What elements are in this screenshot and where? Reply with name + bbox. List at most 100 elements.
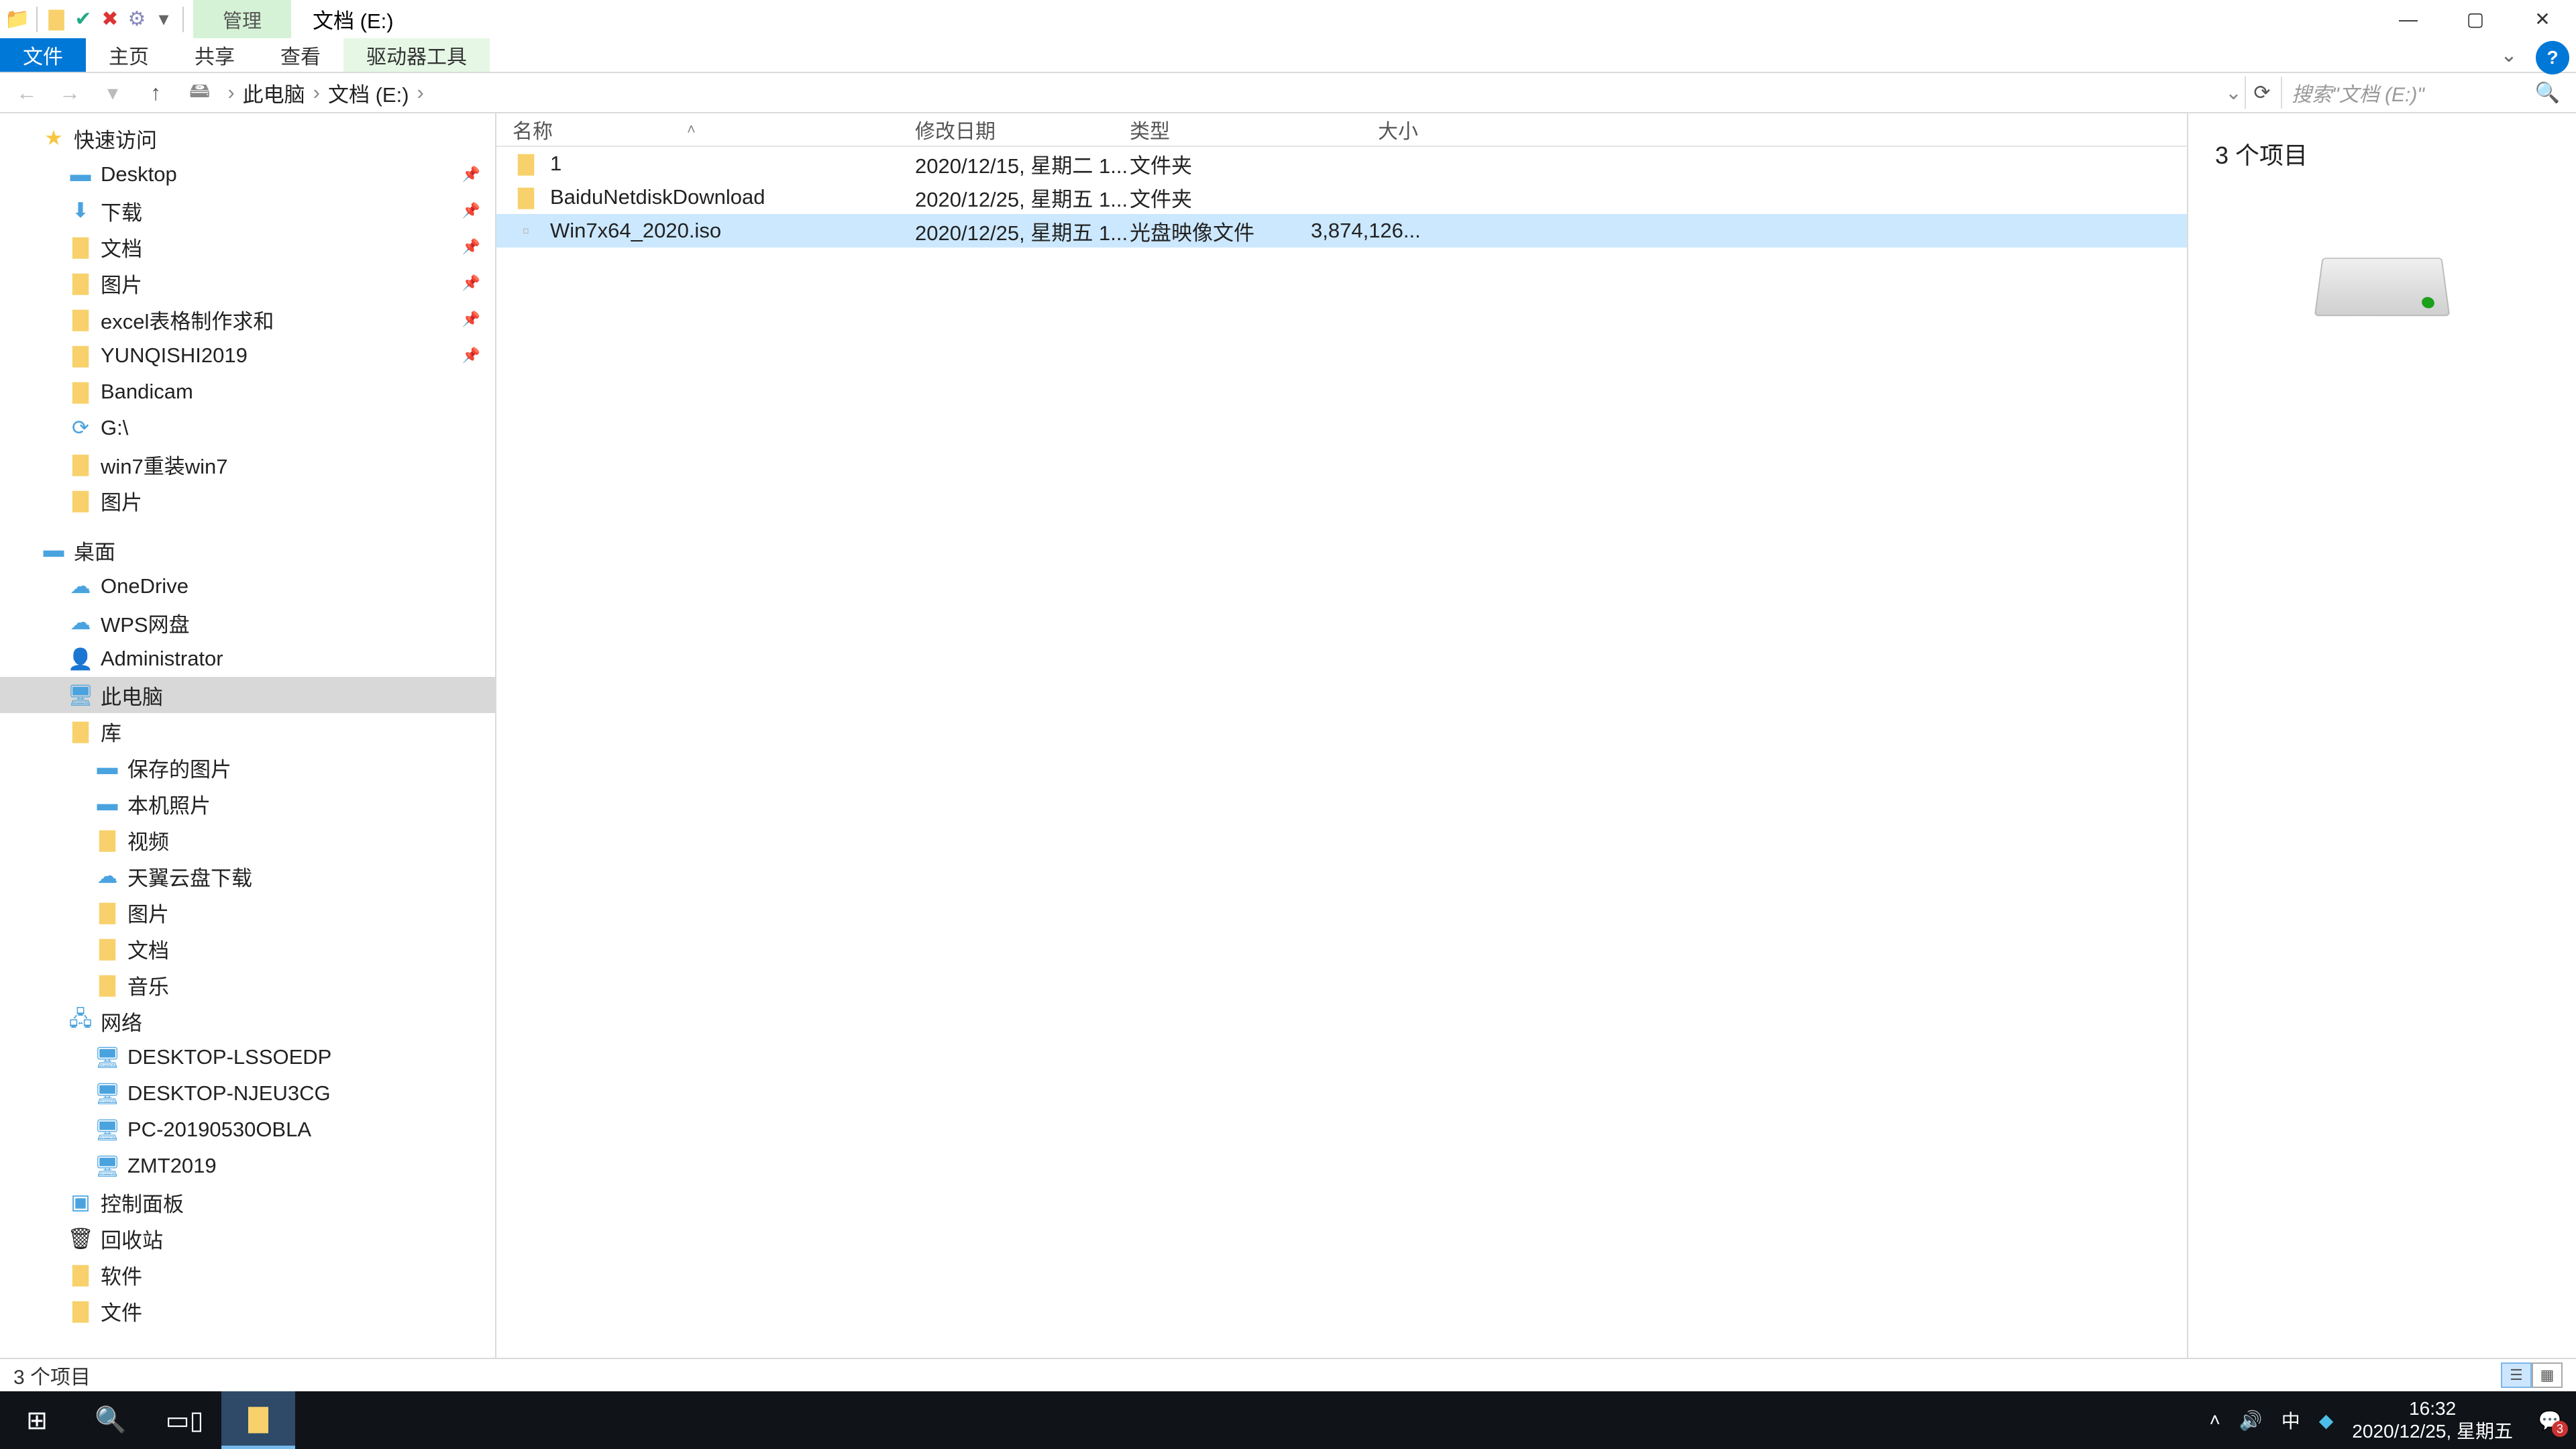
nav-pc1[interactable]: 🖥DESKTOP-LSSOEDP — [0, 1039, 495, 1075]
nav-bandicam[interactable]: ▇Bandicam — [0, 374, 495, 410]
nav-local-photos[interactable]: ▬本机照片 — [0, 786, 495, 822]
nav-downloads[interactable]: ⬇下载📌 — [0, 193, 495, 229]
nav-libpics[interactable]: ▇图片 — [0, 894, 495, 930]
nav-pc2[interactable]: 🖥DESKTOP-NJEU3CG — [0, 1075, 495, 1112]
breadcrumb[interactable]: 🖴 › 此电脑 › 文档 (E:) › — [178, 76, 2216, 109]
dropdown-icon[interactable]: ▾ — [152, 7, 176, 32]
explorer-taskbar-button[interactable]: ▇ — [221, 1391, 295, 1449]
navigation-pane[interactable]: ★快速访问 ▬Desktop📌 ⬇下载📌 ▇文档📌 ▇图片📌 ▇excel表格制… — [0, 113, 496, 1358]
tab-drive-tools[interactable]: 驱动器工具 — [343, 38, 490, 72]
file-list[interactable]: 名称˄ 修改日期 类型 大小 ▇1 2020/12/15, 星期二 1... 文… — [496, 113, 2187, 1358]
minimize-button[interactable]: — — [2375, 0, 2442, 38]
file-row[interactable]: ▇BaiduNetdiskDownload 2020/12/25, 星期五 1.… — [496, 180, 2187, 214]
search-input[interactable]: 搜索"文档 (E:)" 🔍 — [2281, 76, 2569, 109]
back-button[interactable]: ← — [7, 76, 47, 109]
nav-label: 视频 — [127, 825, 169, 855]
nav-quick-access[interactable]: ★快速访问 — [0, 120, 495, 156]
nav-tianyi[interactable]: ☁天翼云盘下载 — [0, 858, 495, 894]
nav-recycle-bin[interactable]: 🗑回收站 — [0, 1220, 495, 1256]
clock-date: 2020/12/25, 星期五 — [2352, 1420, 2513, 1443]
nav-files[interactable]: ▇文件 — [0, 1293, 495, 1329]
column-date[interactable]: 修改日期 — [915, 115, 1130, 144]
nav-music[interactable]: ▇音乐 — [0, 967, 495, 1003]
nav-documents[interactable]: ▇文档📌 — [0, 229, 495, 265]
tab-file[interactable]: 文件 — [0, 38, 86, 72]
nav-win7reinstall[interactable]: ▇win7重装win7 — [0, 446, 495, 482]
nav-software[interactable]: ▇软件 — [0, 1256, 495, 1293]
tray-expand-icon[interactable]: ˄ — [2210, 1409, 2220, 1431]
nav-pc3[interactable]: 🖥PC-20190530OBLA — [0, 1112, 495, 1148]
iso-file-icon: ▫ — [513, 219, 539, 243]
column-name[interactable]: 名称˄ — [513, 115, 915, 144]
breadcrumb-segment[interactable]: 此电脑 — [243, 78, 305, 108]
nav-this-pc[interactable]: 🖥此电脑 — [0, 677, 495, 713]
nav-label: YUNQISHI2019 — [101, 343, 248, 368]
details-view-button[interactable]: ☰ — [2501, 1362, 2532, 1388]
close-button[interactable]: ✕ — [2509, 0, 2576, 38]
nav-desktop[interactable]: ▬Desktop📌 — [0, 156, 495, 193]
pin-icon: 📌 — [462, 166, 480, 183]
folder-icon[interactable]: ▇ — [44, 7, 68, 32]
address-dropdown-icon[interactable]: ⌄ — [2225, 81, 2242, 105]
file-row-selected[interactable]: ▫Win7x64_2020.iso 2020/12/25, 星期五 1... 光… — [496, 214, 2187, 248]
nav-videos[interactable]: ▇视频 — [0, 822, 495, 858]
nav-label: WPS网盘 — [101, 608, 190, 638]
contextual-tab-management[interactable]: 管理 — [193, 0, 291, 38]
downloads-icon: ⬇ — [67, 199, 94, 223]
expand-ribbon-icon[interactable]: ⌄ — [2489, 38, 2529, 72]
clock[interactable]: 16:32 2020/12/25, 星期五 — [2352, 1397, 2513, 1442]
cloud-icon: ☁ — [94, 864, 121, 888]
nav-libdocs[interactable]: ▇文档 — [0, 930, 495, 967]
chevron-right-icon[interactable]: › — [313, 80, 320, 105]
forward-button[interactable]: → — [50, 76, 90, 109]
nav-saved-pics[interactable]: ▬保存的图片 — [0, 749, 495, 786]
view-switch: ☰ ▦ — [2501, 1362, 2563, 1388]
action-center-button[interactable]: 💬3 — [2532, 1402, 2568, 1438]
gear-icon[interactable]: ⚙ — [125, 7, 149, 32]
search-icon[interactable]: 🔍 — [2535, 81, 2560, 105]
nav-control-panel[interactable]: ▣控制面板 — [0, 1184, 495, 1220]
ime-indicator[interactable]: 中 — [2282, 1407, 2300, 1434]
maximize-button[interactable]: ▢ — [2442, 0, 2509, 38]
file-type: 光盘映像文件 — [1130, 216, 1311, 246]
nav-wps[interactable]: ☁WPS网盘 — [0, 604, 495, 641]
tab-home[interactable]: 主页 — [86, 38, 172, 72]
chevron-right-icon[interactable]: › — [417, 80, 424, 105]
start-button[interactable]: ⊞ — [0, 1391, 74, 1449]
recent-locations-dropdown[interactable]: ▾ — [93, 76, 133, 109]
nav-administrator[interactable]: 👤Administrator — [0, 641, 495, 677]
close-icon[interactable]: ✖ — [98, 7, 122, 32]
nav-excel-folder[interactable]: ▇excel表格制作求和📌 — [0, 301, 495, 337]
file-row[interactable]: ▇1 2020/12/15, 星期二 1... 文件夹 — [496, 147, 2187, 180]
nav-label: 网络 — [101, 1006, 142, 1036]
nav-pictures2[interactable]: ▇图片 — [0, 482, 495, 519]
nav-onedrive[interactable]: ☁OneDrive — [0, 568, 495, 604]
tab-view[interactable]: 查看 — [258, 38, 343, 72]
nav-yunqishi[interactable]: ▇YUNQISHI2019📌 — [0, 337, 495, 374]
library-icon: ▇ — [67, 719, 94, 743]
pin-icon: 📌 — [462, 347, 480, 364]
column-type[interactable]: 类型 — [1130, 115, 1311, 144]
music-icon: ▇ — [94, 973, 121, 997]
column-size[interactable]: 大小 — [1311, 115, 1445, 144]
search-button[interactable]: 🔍 — [74, 1391, 148, 1449]
help-button[interactable]: ? — [2536, 41, 2569, 74]
task-view-button[interactable]: ▭▯ — [148, 1391, 221, 1449]
nav-desktop-root[interactable]: ▬桌面 — [0, 532, 495, 568]
nav-pictures[interactable]: ▇图片📌 — [0, 265, 495, 301]
chevron-right-icon[interactable]: › — [227, 80, 234, 105]
volume-icon[interactable]: 🔊 — [2239, 1409, 2263, 1432]
file-date: 2020/12/25, 星期五 1... — [915, 182, 1130, 213]
nav-network[interactable]: 🖧网络 — [0, 1003, 495, 1039]
breadcrumb-segment[interactable]: 文档 (E:) — [328, 78, 409, 108]
security-icon[interactable]: ◆ — [2319, 1409, 2334, 1432]
refresh-button[interactable]: ⟳ — [2245, 76, 2278, 109]
nav-g-drive[interactable]: ⟳G:\ — [0, 410, 495, 446]
icons-view-button[interactable]: ▦ — [2532, 1362, 2563, 1388]
nav-library[interactable]: ▇库 — [0, 713, 495, 749]
nav-pc4[interactable]: 🖥ZMT2019 — [0, 1148, 495, 1184]
up-button[interactable]: ↑ — [136, 76, 176, 109]
tab-share[interactable]: 共享 — [172, 38, 258, 72]
check-icon[interactable]: ✔ — [71, 7, 95, 32]
file-type: 文件夹 — [1130, 149, 1311, 179]
